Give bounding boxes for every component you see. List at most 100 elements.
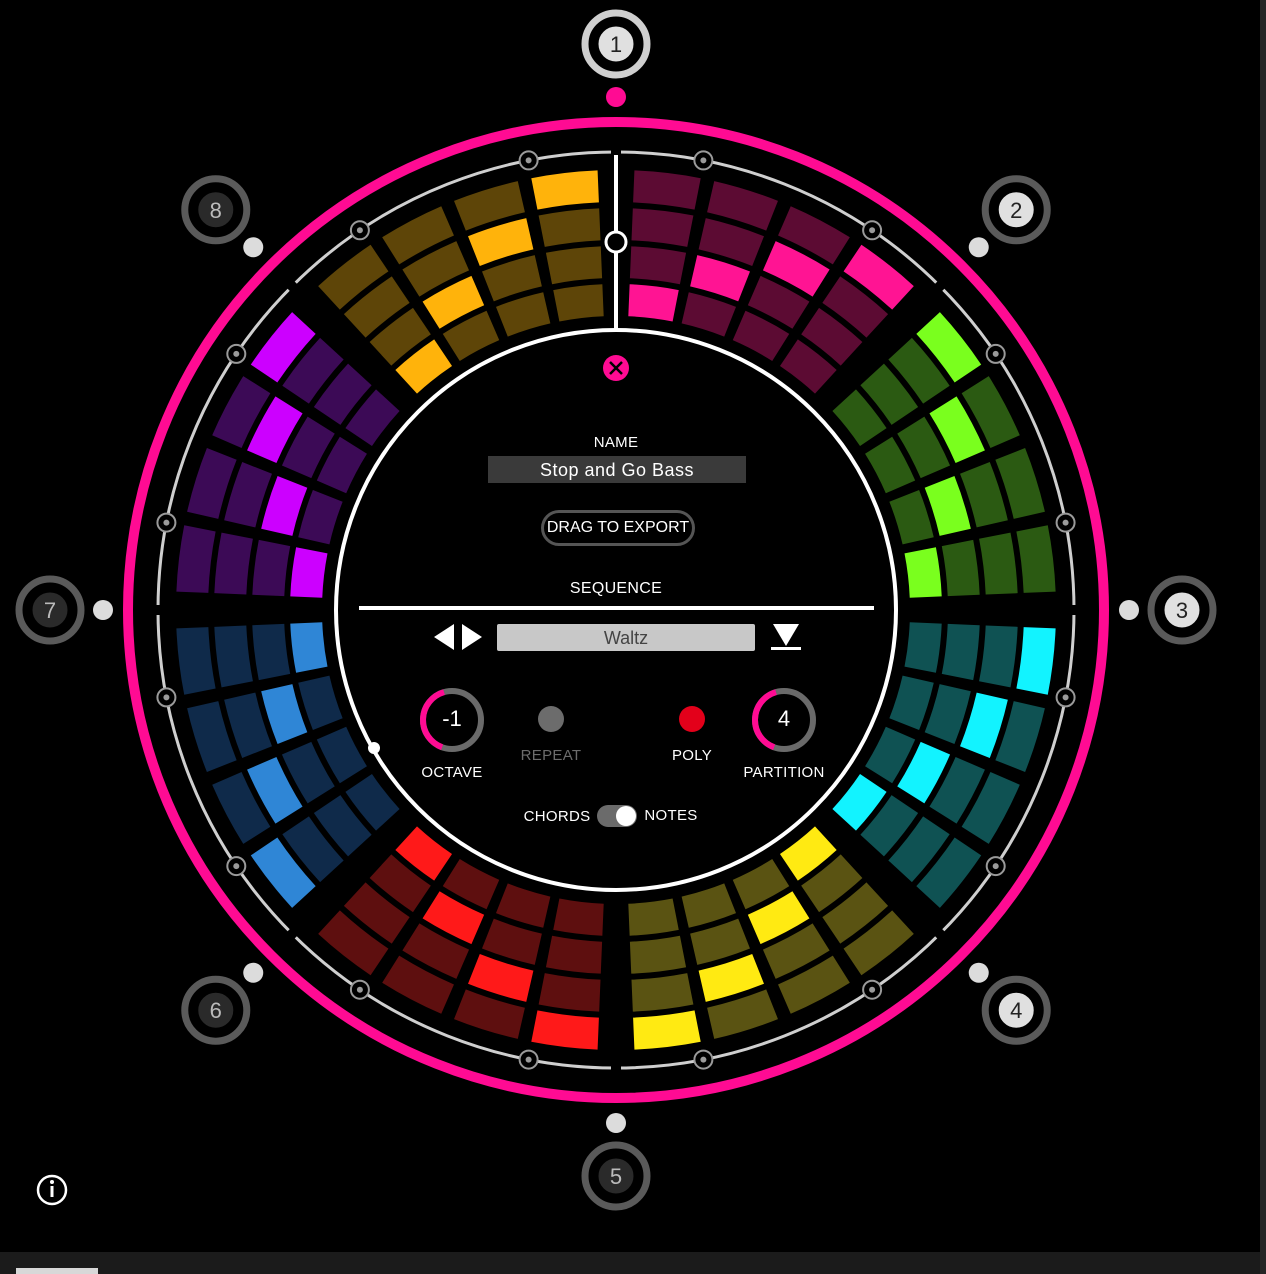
- step-cell[interactable]: [482, 918, 542, 965]
- step-cell[interactable]: [1016, 525, 1056, 593]
- segment-marker-icon[interactable]: [985, 856, 1006, 877]
- step-cell[interactable]: [298, 489, 343, 545]
- step-cell[interactable]: [553, 898, 604, 936]
- slot-button-6[interactable]: 6: [181, 975, 251, 1045]
- segment-marker-icon[interactable]: [226, 343, 247, 364]
- step-cell[interactable]: [495, 292, 551, 337]
- step-cell[interactable]: [979, 532, 1018, 595]
- close-icon[interactable]: [603, 355, 629, 381]
- poly-label: POLY: [671, 747, 713, 764]
- step-cell[interactable]: [941, 539, 980, 597]
- step-cell[interactable]: [904, 622, 942, 673]
- step-cell[interactable]: [214, 625, 253, 688]
- segment-marker-icon[interactable]: [862, 979, 883, 1000]
- segment-marker-icon[interactable]: [349, 979, 370, 1000]
- slot-button-3[interactable]: 3: [1147, 575, 1217, 645]
- slot-position-dot: [1119, 600, 1139, 620]
- segment-marker-icon[interactable]: [156, 512, 177, 533]
- repeat-label: REPEAT: [520, 747, 582, 764]
- step-cell[interactable]: [298, 675, 343, 731]
- segment-marker-icon[interactable]: [1055, 512, 1076, 533]
- playhead-handle[interactable]: [604, 230, 628, 254]
- slot-number: 4: [1010, 998, 1022, 1023]
- step-cell[interactable]: [538, 208, 601, 247]
- step-cell[interactable]: [629, 935, 687, 974]
- step-cell[interactable]: [482, 255, 542, 302]
- segment-marker-icon[interactable]: [226, 856, 247, 877]
- step-cell[interactable]: [545, 935, 603, 974]
- slot-position-dot: [968, 962, 989, 983]
- notes-label[interactable]: NOTES: [639, 807, 703, 824]
- step-cell[interactable]: [545, 246, 603, 285]
- chords-notes-toggle[interactable]: [597, 805, 637, 827]
- info-icon[interactable]: [36, 1174, 68, 1206]
- step-cell[interactable]: [631, 208, 694, 247]
- step-cell[interactable]: [531, 170, 599, 210]
- slot-button-1[interactable]: 1: [581, 9, 651, 79]
- chords-label[interactable]: CHORDS: [517, 808, 597, 825]
- step-cell[interactable]: [252, 539, 291, 597]
- step-cell[interactable]: [290, 547, 328, 598]
- sequence-select[interactable]: Waltz: [497, 624, 755, 651]
- segment-marker-icon[interactable]: [693, 150, 714, 171]
- step-cell[interactable]: [628, 898, 679, 936]
- slot-number: 7: [44, 598, 56, 623]
- segment-marker-icon[interactable]: [156, 687, 177, 708]
- segment-marker-icon[interactable]: [693, 1049, 714, 1070]
- segment-marker-icon[interactable]: [349, 220, 370, 241]
- step-cell[interactable]: [633, 1010, 701, 1050]
- segment-marker-icon[interactable]: [1055, 687, 1076, 708]
- step-cell[interactable]: [261, 684, 308, 744]
- step-cell[interactable]: [924, 684, 971, 744]
- slot-position-dot: [243, 962, 264, 983]
- step-cell[interactable]: [553, 284, 604, 322]
- segment-marker-icon[interactable]: [862, 220, 883, 241]
- slot-button-8[interactable]: 8: [181, 175, 251, 245]
- slot-button-2[interactable]: 2: [981, 175, 1051, 245]
- step-cell[interactable]: [681, 292, 737, 337]
- poly-indicator[interactable]: [679, 706, 705, 732]
- slot-button-7[interactable]: 7: [15, 575, 85, 645]
- step-cell[interactable]: [290, 622, 328, 673]
- step-cell[interactable]: [1016, 627, 1056, 695]
- segment-marker-icon[interactable]: [518, 150, 539, 171]
- slot-position-dot: [93, 600, 113, 620]
- name-label: NAME: [593, 434, 639, 451]
- step-cell[interactable]: [889, 675, 934, 731]
- step-cell[interactable]: [681, 883, 737, 928]
- step-cell[interactable]: [690, 918, 750, 965]
- step-cell[interactable]: [252, 623, 291, 681]
- slot-number: 5: [610, 1164, 622, 1189]
- step-cell[interactable]: [904, 547, 942, 598]
- step-cell[interactable]: [495, 883, 551, 928]
- drag-to-export-button[interactable]: DRAG TO EXPORT: [541, 510, 695, 546]
- slot-button-5[interactable]: 5: [581, 1141, 651, 1211]
- slot-number: 2: [1010, 198, 1022, 223]
- step-cell[interactable]: [979, 625, 1018, 688]
- toggle-knob: [616, 806, 636, 826]
- slot-number: 1: [610, 32, 622, 57]
- step-cell[interactable]: [924, 476, 971, 536]
- step-cell[interactable]: [889, 489, 934, 545]
- step-cell[interactable]: [176, 627, 216, 695]
- step-cell[interactable]: [629, 246, 687, 285]
- slot-number: 6: [210, 998, 222, 1023]
- octave-label: OCTAVE: [421, 764, 483, 781]
- step-cell[interactable]: [538, 973, 601, 1012]
- slot-button-4[interactable]: 4: [981, 975, 1051, 1045]
- step-cell[interactable]: [628, 284, 679, 322]
- step-cell[interactable]: [531, 1010, 599, 1050]
- segment-marker-icon[interactable]: [518, 1049, 539, 1070]
- step-cell[interactable]: [261, 476, 308, 536]
- step-cell[interactable]: [941, 623, 980, 681]
- step-cell[interactable]: [631, 973, 694, 1012]
- step-cell[interactable]: [633, 170, 701, 210]
- step-cell[interactable]: [690, 255, 750, 302]
- step-cell[interactable]: [214, 532, 253, 595]
- name-field[interactable]: Stop and Go Bass: [488, 456, 746, 483]
- repeat-indicator[interactable]: [538, 706, 564, 732]
- partition-label: PARTITION: [743, 764, 825, 781]
- segment-marker-icon[interactable]: [985, 343, 1006, 364]
- bottom-tab[interactable]: [16, 1268, 98, 1274]
- step-cell[interactable]: [176, 525, 216, 593]
